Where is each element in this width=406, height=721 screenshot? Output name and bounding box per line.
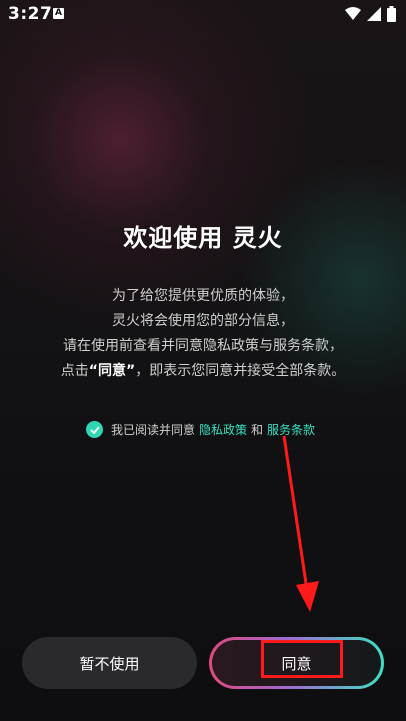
- consent-and: 和: [251, 423, 264, 437]
- intro-line-4-prefix: 点击: [60, 363, 89, 379]
- intro-line-4-suffix: ，即表示您同意并接受全部条款。: [135, 363, 346, 379]
- intro-agree-quote: “同意”: [88, 363, 136, 379]
- consent-text: 我已阅读并同意: [111, 423, 196, 437]
- battery-icon: [387, 6, 396, 22]
- notification-a-icon: A: [53, 8, 64, 19]
- intro-text: 为了给您提供更优质的体验， 灵火将会使用您的部分信息， 请在使用前查看并同意隐私…: [0, 284, 406, 384]
- wifi-icon: [345, 7, 361, 20]
- terms-of-service-link[interactable]: 服务条款: [267, 421, 315, 438]
- intro-line-3: 请在使用前查看并同意隐私政策与服务条款，: [63, 338, 343, 354]
- checkmark-icon: [89, 425, 100, 434]
- intro-line-4: 点击“同意”，即表示您同意并接受全部条款。: [0, 359, 406, 384]
- welcome-title: 欢迎使用 灵火: [123, 224, 283, 252]
- status-bar: 3:27 A: [0, 0, 406, 30]
- signal-icon: [367, 7, 381, 21]
- consent-checkbox[interactable]: [86, 421, 103, 438]
- intro-line-2: 灵火将会使用您的部分信息，: [112, 313, 294, 329]
- status-time: 3:27: [8, 4, 53, 24]
- agree-button[interactable]: 同意: [209, 637, 384, 689]
- decline-button[interactable]: 暂不使用: [22, 637, 197, 689]
- consent-row: 我已阅读并同意 隐私政策 和 服务条款: [86, 421, 319, 438]
- privacy-policy-link[interactable]: 隐私政策: [199, 421, 247, 438]
- system-icons: [345, 6, 396, 22]
- intro-line-1: 为了给您提供更优质的体验，: [112, 288, 294, 304]
